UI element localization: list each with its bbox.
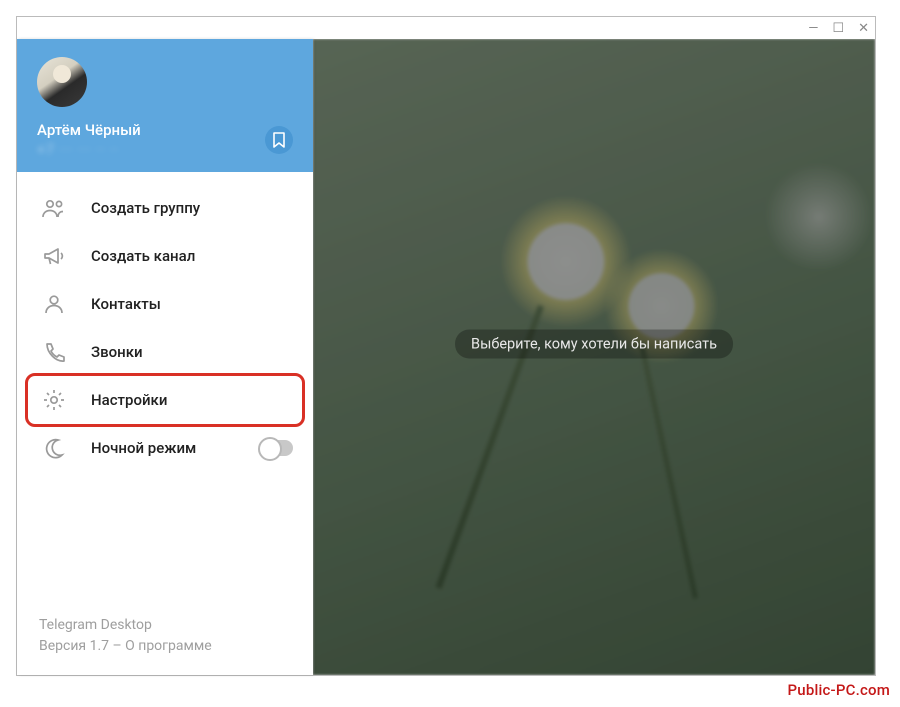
contact-icon [41, 291, 67, 317]
chat-area: Выберите, кому хотели бы написать [313, 39, 875, 675]
sidebar-footer: Telegram Desktop Версия 1.7 – О программ… [17, 605, 313, 675]
phone-icon [41, 339, 67, 365]
maximize-button[interactable]: ☐ [832, 22, 844, 35]
menu-item-new-group[interactable]: Создать группу [17, 184, 313, 232]
menu-item-night-mode[interactable]: Ночной режим [17, 424, 313, 472]
sidebar-header: Артём Чёрный +7 ··· ··· ·· ·· [17, 39, 313, 172]
menu-label: Звонки [91, 343, 143, 361]
group-icon [41, 195, 67, 221]
menu-label: Ночной режим [91, 439, 196, 457]
empty-chat-placeholder: Выберите, кому хотели бы написать [455, 330, 733, 359]
gear-icon [41, 387, 67, 413]
title-bar: — ☐ ✕ [17, 17, 875, 39]
menu-item-contacts[interactable]: Контакты [17, 280, 313, 328]
user-avatar[interactable] [37, 57, 87, 107]
menu-label: Создать группу [91, 199, 200, 217]
watermark-label: Public-PC.com [788, 681, 890, 699]
moon-icon [41, 435, 67, 461]
menu-label: Контакты [91, 295, 161, 313]
menu-item-new-channel[interactable]: Создать канал [17, 232, 313, 280]
app-name-label: Telegram Desktop [39, 615, 291, 636]
user-phone: +7 ··· ··· ·· ·· [37, 142, 293, 158]
bookmark-icon [272, 132, 286, 148]
menu-item-settings[interactable]: Настройки [17, 376, 313, 424]
user-name: Артём Чёрный [37, 121, 293, 139]
megaphone-icon [41, 243, 67, 269]
app-window: — ☐ ✕ Артём Чёрный +7 ··· ··· ·· ·· [16, 16, 876, 676]
close-button[interactable]: ✕ [858, 22, 869, 35]
menu-label: Настройки [91, 391, 167, 409]
saved-messages-button[interactable] [265, 126, 293, 154]
main-menu-sidebar: Артём Чёрный +7 ··· ··· ·· ·· Создать гр… [17, 39, 313, 675]
menu-item-calls[interactable]: Звонки [17, 328, 313, 376]
menu-list: Создать группу Создать канал Контакты [17, 172, 313, 605]
app-body: Артём Чёрный +7 ··· ··· ·· ·· Создать гр… [17, 39, 875, 675]
night-mode-toggle[interactable] [259, 440, 293, 456]
minimize-button[interactable]: — [808, 22, 818, 35]
menu-label: Создать канал [91, 247, 195, 265]
version-label[interactable]: Версия 1.7 – О программе [39, 636, 291, 657]
